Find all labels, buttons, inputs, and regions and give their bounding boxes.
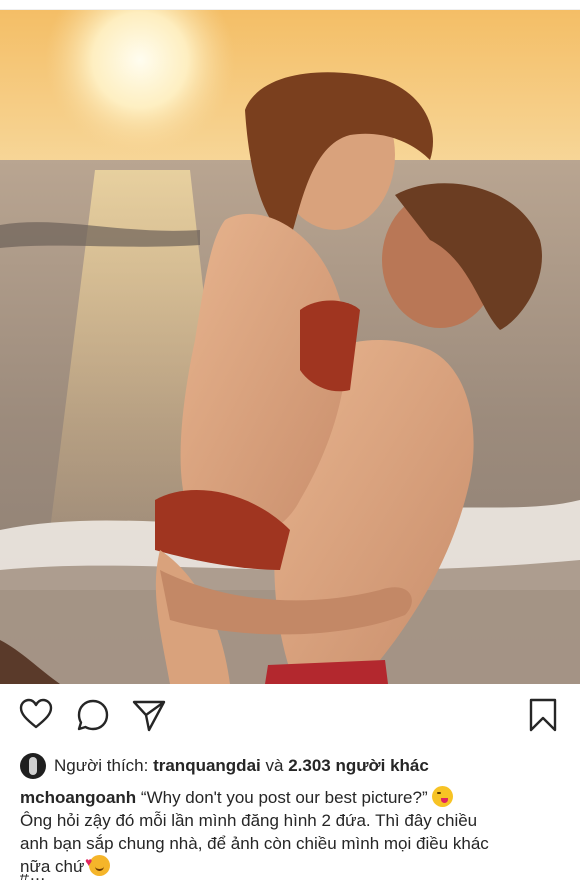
caption-line-3: anh bạn sắp chung nhà, để ảnh còn chiều … [20,834,489,853]
caption-partial-text: #... [20,874,560,883]
beach-couple-image [0,10,580,684]
caption-line-2: Ông hỏi zậy đó mỗi lần mình đăng hình 2 … [20,811,478,830]
likes-summary[interactable]: Người thích: tranquangdai và 2.303 người… [20,752,429,780]
top-divider [0,0,580,10]
caption-quote: “Why don't you post our best picture?” [140,788,428,807]
likes-others-count[interactable]: 2.303 người khác [288,756,429,776]
liker-username[interactable]: tranquangdai [153,756,261,776]
post-actions-bar [0,697,580,737]
caption-username[interactable]: mchoangoanh [20,788,136,807]
post-photo[interactable] [0,10,580,684]
liker-avatar[interactable] [20,753,46,779]
likes-prefix: Người thích: [54,756,149,775]
share-icon[interactable] [131,697,167,733]
bookmark-icon[interactable] [525,697,561,733]
smiling-face-hearts-emoji-icon [85,851,111,876]
heart-icon[interactable] [18,697,54,733]
caption-cutoff-line: #... [20,874,560,883]
post-caption: mchoangoanh “Why don't you post our best… [20,786,565,878]
winking-face-emoji-icon [432,786,454,807]
comment-icon[interactable] [75,697,111,733]
likes-connector: và [265,756,284,775]
